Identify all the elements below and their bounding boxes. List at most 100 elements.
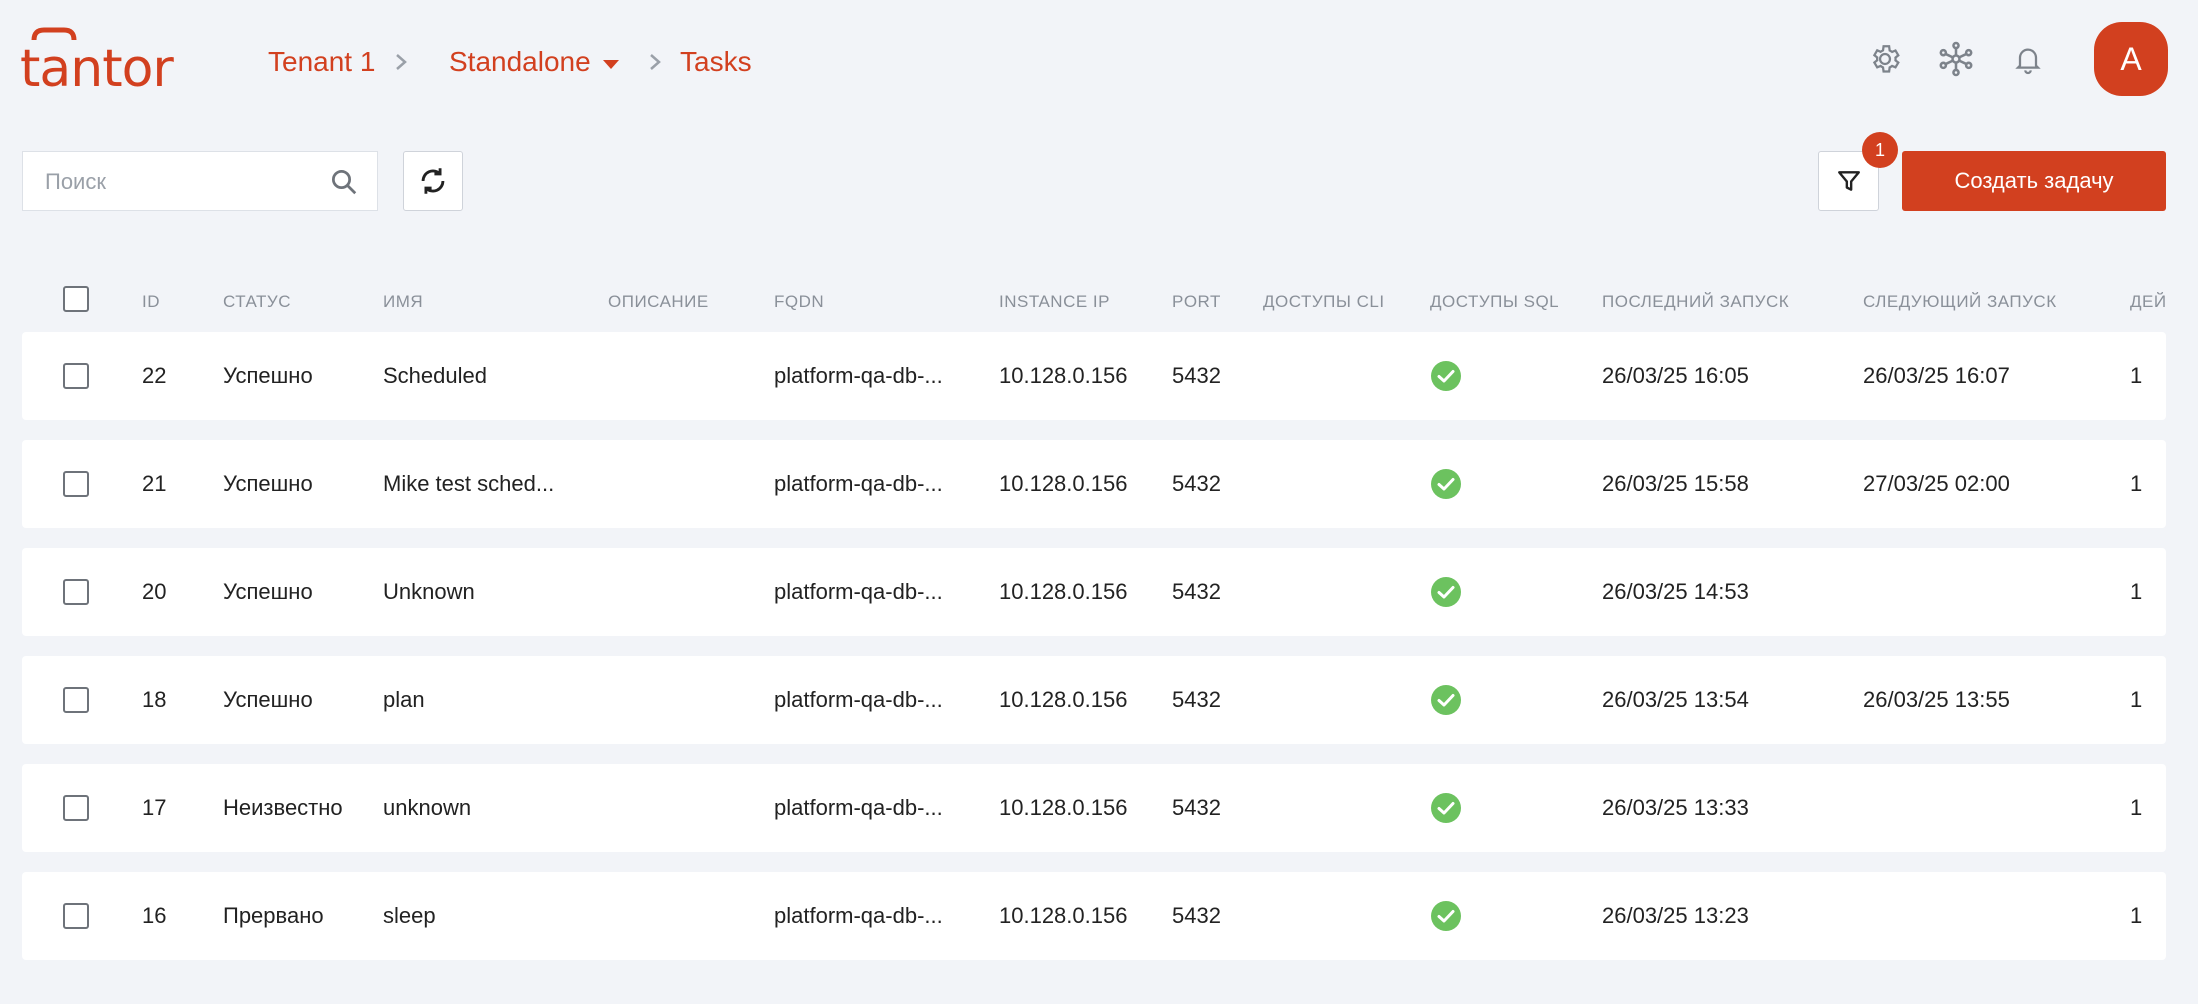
cell-last-run: 26/03/25 15:58 [1602,471,1749,496]
table-row[interactable]: 18 Успешно plan platform-qa-db-... 10.12… [22,656,2166,744]
row-checkbox[interactable] [63,363,89,389]
bell-icon[interactable] [2009,38,2047,80]
column-header-port[interactable]: PORT [1172,292,1221,312]
cell-last-run: 26/03/25 16:05 [1602,363,1749,388]
cell-id: 16 [142,903,167,928]
cell-fqdn: platform-qa-db-... [774,471,943,496]
cell-status: Успешно [223,471,313,496]
cell-name: unknown [383,795,472,820]
cell-name: sleep [383,903,436,928]
check-circle-icon [1431,901,1461,931]
cell-last-run: 26/03/25 13:33 [1602,795,1749,820]
caret-down-icon [602,59,619,69]
cell-actions: 1 [2130,363,2143,388]
chevron-right-icon [396,54,407,70]
column-header-actions[interactable]: ДЕЙ [2130,292,2166,312]
cell-status: Успешно [223,363,313,388]
user-avatar[interactable]: A [2094,22,2168,96]
network-icon[interactable] [1937,38,1975,80]
table-row[interactable]: 17 Неизвестно unknown platform-qa-db-...… [22,764,2166,852]
check-circle-icon [1431,577,1461,607]
column-header-next-run[interactable]: СЛЕДУЮЩИЙ ЗАПУСК [1863,292,2057,312]
cell-port: 5432 [1172,687,1221,712]
cell-next-run: 27/03/25 02:00 [1863,471,2010,496]
chevron-right-icon [650,54,661,70]
cell-id: 17 [142,795,167,820]
cell-fqdn: platform-qa-db-... [774,795,943,820]
cell-instance-ip: 10.128.0.156 [999,579,1128,604]
cell-port: 5432 [1172,471,1221,496]
cell-instance-ip: 10.128.0.156 [999,687,1128,712]
cell-status: Прервано [223,903,324,928]
column-header-fqdn[interactable]: FQDN [774,292,964,312]
cell-name: Mike test sched... [383,471,555,496]
cell-status: Неизвестно [223,795,343,820]
table-row[interactable]: 20 Успешно Unknown platform-qa-db-... 10… [22,548,2166,636]
filter-count-badge: 1 [1862,132,1898,168]
breadcrumb-standalone-label: Standalone [449,46,591,77]
cell-status: Успешно [223,579,313,604]
cell-next-run: 26/03/25 13:55 [1863,687,2010,712]
column-header-last-run[interactable]: ПОСЛЕДНИЙ ЗАПУСК [1602,292,1789,312]
search-input[interactable] [43,152,327,212]
cell-next-run: 26/03/25 16:07 [1863,363,2010,388]
cell-fqdn: platform-qa-db-... [774,363,943,388]
cell-last-run: 26/03/25 13:54 [1602,687,1749,712]
create-task-button[interactable]: Создать задачу [1902,151,2166,211]
breadcrumb-tenant[interactable]: Tenant 1 [268,44,375,80]
table-row[interactable]: 21 Успешно Mike test sched... platform-q… [22,440,2166,528]
cell-instance-ip: 10.128.0.156 [999,363,1128,388]
search-icon[interactable] [329,167,359,197]
cell-actions: 1 [2130,471,2143,496]
check-circle-icon [1431,361,1461,391]
column-header-status[interactable]: СТАТУС [223,292,291,312]
column-header-instance-ip[interactable]: INSTANCE IP [999,292,1110,312]
search-box [22,151,378,212]
cell-name: plan [383,687,425,712]
breadcrumb-tasks: Tasks [680,46,752,77]
cell-last-run: 26/03/25 14:53 [1602,579,1749,604]
check-circle-icon [1431,793,1461,823]
gear-icon[interactable] [1866,38,1904,80]
cell-fqdn: platform-qa-db-... [774,903,943,928]
cell-port: 5432 [1172,363,1221,388]
refresh-button[interactable] [403,151,463,211]
cell-port: 5432 [1172,579,1221,604]
cell-id: 22 [142,363,167,388]
row-checkbox[interactable] [63,687,89,713]
cell-port: 5432 [1172,795,1221,820]
tasks-table: ID СТАТУС ИМЯ ОПИСАНИЕ FQDN INSTANCE IP … [22,270,2166,980]
row-checkbox[interactable] [63,795,89,821]
cell-instance-ip: 10.128.0.156 [999,795,1128,820]
cell-name: Scheduled [383,363,487,388]
column-header-description[interactable]: ОПИСАНИЕ [608,292,709,312]
cell-status: Успешно [223,687,313,712]
row-checkbox[interactable] [63,903,89,929]
table-body: 22 Успешно Scheduled platform-qa-db-... … [22,332,2166,960]
column-header-sql-access[interactable]: ДОСТУПЫ SQL [1430,292,1559,312]
cell-fqdn: platform-qa-db-... [774,579,943,604]
breadcrumb-standalone[interactable]: Standalone [449,44,619,80]
row-checkbox[interactable] [63,471,89,497]
table-row[interactable]: 16 Прервано sleep platform-qa-db-... 10.… [22,872,2166,960]
cell-id: 21 [142,471,167,496]
app-header: tantor Tenant 1 Standalone Tasks A [0,0,2198,122]
column-header-id[interactable]: ID [142,292,160,312]
column-header-cli-access[interactable]: ДОСТУПЫ CLI [1263,292,1385,312]
column-header-name[interactable]: ИМЯ [383,292,583,312]
cell-actions: 1 [2130,795,2143,820]
select-all-checkbox[interactable] [63,286,89,312]
cell-instance-ip: 10.128.0.156 [999,903,1128,928]
row-checkbox[interactable] [63,579,89,605]
cell-last-run: 26/03/25 13:23 [1602,903,1749,928]
cell-actions: 1 [2130,579,2143,604]
cell-name: Unknown [383,579,475,604]
cell-actions: 1 [2130,903,2143,928]
cell-instance-ip: 10.128.0.156 [999,471,1128,496]
table-row[interactable]: 22 Успешно Scheduled platform-qa-db-... … [22,332,2166,420]
cell-id: 18 [142,687,167,712]
check-circle-icon [1431,469,1461,499]
tantor-logo[interactable]: tantor [20,26,180,96]
cell-port: 5432 [1172,903,1221,928]
filter-icon [1837,171,1860,191]
